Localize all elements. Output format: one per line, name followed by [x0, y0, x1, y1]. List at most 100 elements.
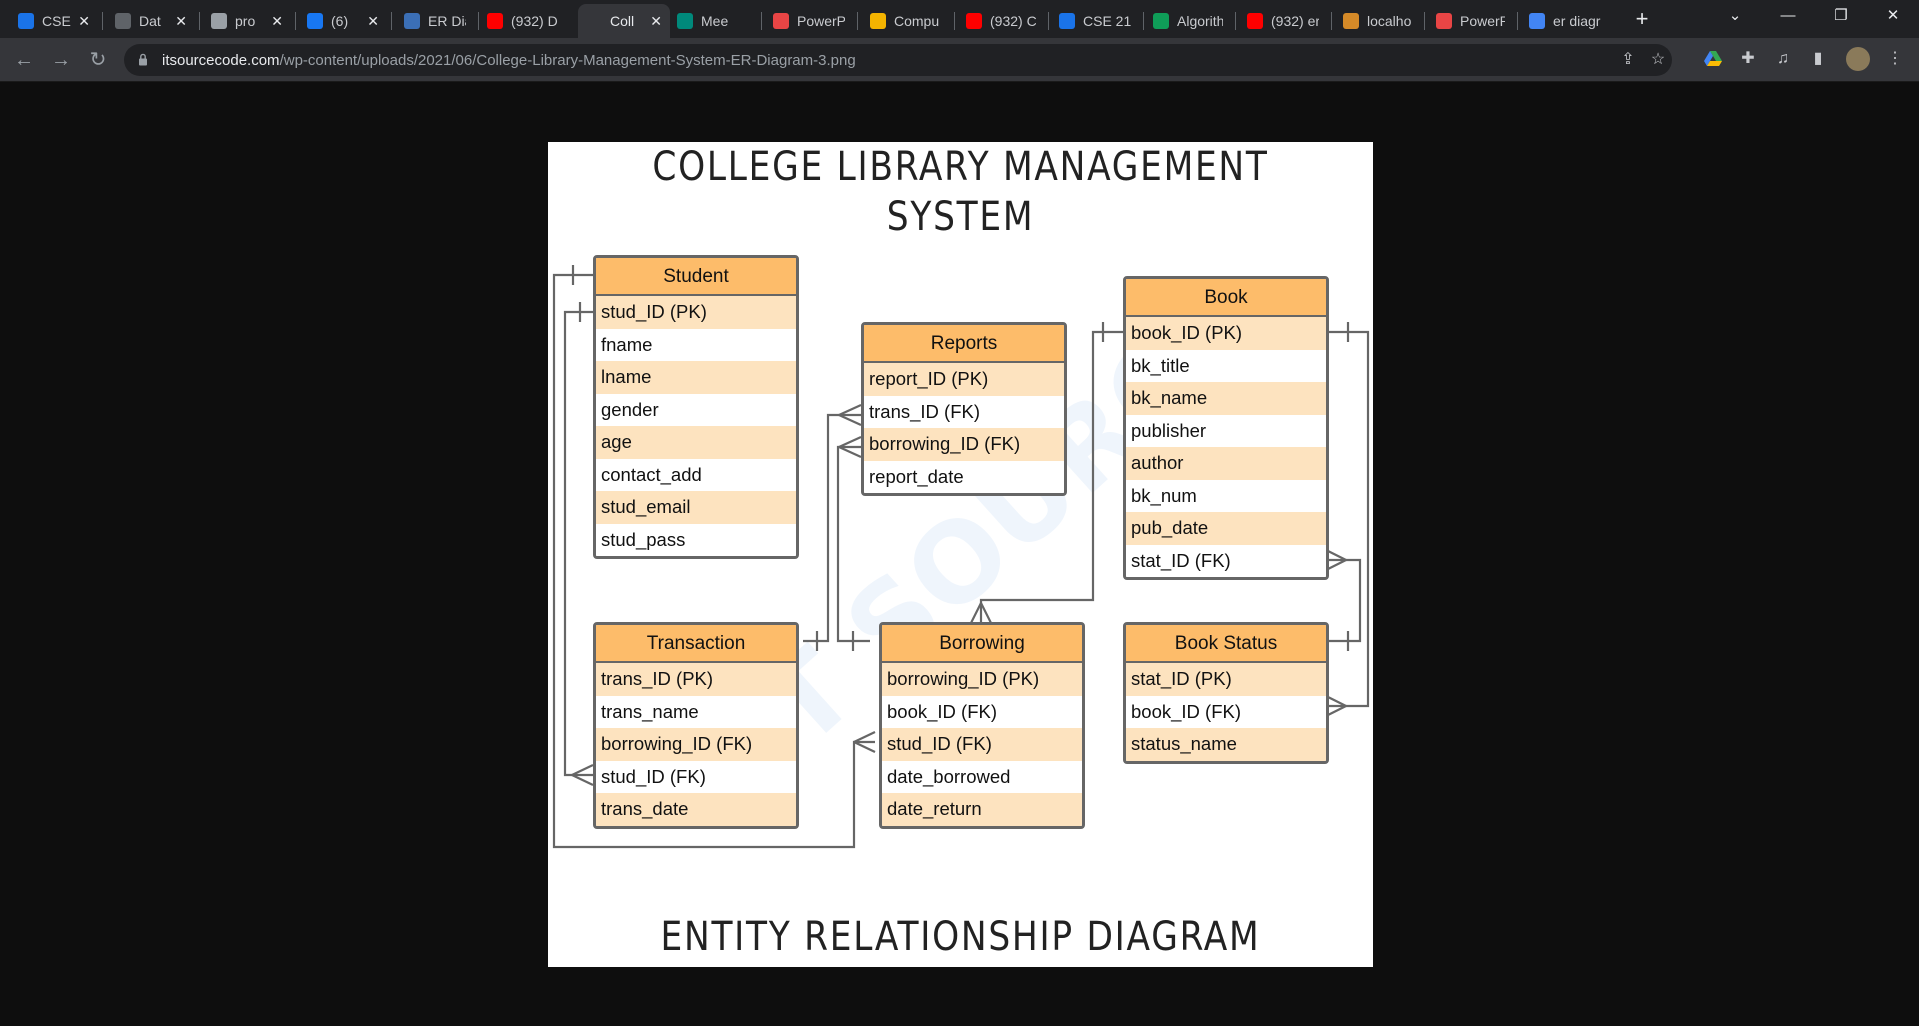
tab-close-icon[interactable]: ✕ [271, 13, 283, 30]
entity-attribute: report_date [864, 460, 1064, 493]
tab-close-icon[interactable]: ✕ [367, 13, 379, 30]
tab-search-icon[interactable]: ⌄ [1712, 0, 1758, 34]
browser-tab[interactable]: (6) ✕ [299, 4, 387, 38]
tab-favicon-icon [1247, 13, 1263, 29]
reload-button[interactable]: ↻ [84, 46, 112, 74]
tab-favicon-icon [1059, 13, 1075, 29]
entity-attribute: contact_add [596, 458, 796, 491]
entity-attribute: pub_date [1126, 512, 1326, 545]
tab-title: PowerP [797, 13, 845, 29]
tab-favicon-icon [1436, 13, 1452, 29]
url-path: /wp-content/uploads/2021/06/College-Libr… [279, 52, 856, 69]
entity-attribute: bk_title [1126, 349, 1326, 382]
entity-attribute: book_ID (FK) [882, 695, 1082, 728]
entity-attribute: report_ID (PK) [864, 363, 1064, 396]
tab-close-icon[interactable]: ✕ [78, 13, 90, 30]
entity-reports: Reports report_ID (PK) trans_ID (FK) borro… [861, 322, 1067, 496]
tab-separator [761, 12, 762, 30]
tab-separator [295, 12, 296, 30]
tab-close-icon[interactable]: ✕ [650, 13, 662, 30]
tab-separator [1517, 12, 1518, 30]
entity-attribute: bk_name [1126, 382, 1326, 415]
tab-title: CSE [42, 13, 71, 29]
entity-attribute: stud_ID (FK) [596, 760, 796, 793]
tab-strip: CSE ✕ Dat ✕ pro ✕ (6) ✕ ER Diag (932) D Coll ✕ Mee Po… [0, 0, 1919, 38]
entity-attribute: book_ID (FK) [1126, 695, 1326, 728]
tab-favicon-icon [1343, 13, 1359, 29]
entity-attribute: date_borrowed [882, 760, 1082, 793]
tab-title: (932) er [1271, 13, 1319, 29]
browser-tab[interactable]: (932) er [1239, 4, 1327, 38]
browser-tab[interactable]: localho [1335, 4, 1420, 38]
tab-separator [1143, 12, 1144, 30]
share-icon[interactable]: ⇪ [1618, 50, 1638, 70]
browser-tab[interactable]: Dat ✕ [107, 4, 195, 38]
entity-attribute: trans_date [596, 793, 796, 826]
entity-header: Student [596, 258, 796, 296]
browser-tab[interactable]: Mee [669, 4, 757, 38]
tab-separator [102, 12, 103, 30]
media-control-icon[interactable]: ♫ [1772, 48, 1794, 70]
entity-attribute: date_return [882, 793, 1082, 826]
browser-tab[interactable]: (932) D [479, 4, 569, 38]
entity-book: Book book_ID (PK) bk_title bk_name publishe… [1123, 276, 1329, 580]
tab-title: Coll [610, 13, 635, 29]
browser-tab[interactable]: ER Diag [396, 4, 474, 38]
browser-tab[interactable]: er diagr [1521, 4, 1613, 38]
tab-favicon-icon [115, 13, 131, 29]
address-bar[interactable]: itsourcecode.com/wp-content/uploads/2021… [124, 44, 1672, 76]
entity-attribute: trans_ID (PK) [596, 663, 796, 696]
tab-title: (932) C [990, 13, 1036, 29]
browser-toolbar: ← → ↻ itsourcecode.com/wp-content/upload… [0, 38, 1919, 82]
entity-attribute: author [1126, 447, 1326, 480]
rel-transaction-reports [803, 413, 861, 643]
tab-title: CSE 21 [1083, 13, 1131, 29]
browser-tab[interactable]: Coll ✕ [578, 4, 670, 38]
url-host: itsourcecode.com [162, 52, 280, 69]
entity-attribute: stat_ID (FK) [1126, 544, 1326, 577]
tab-favicon-icon [211, 13, 227, 29]
entity-attribute: borrowing_ID (FK) [864, 428, 1064, 461]
google-drive-icon[interactable] [1702, 48, 1724, 70]
tab-title: Dat [139, 13, 161, 29]
tab-favicon-icon [677, 13, 693, 29]
tab-favicon-icon [1153, 13, 1169, 29]
forward-button[interactable]: → [47, 46, 75, 74]
entity-attribute: stud_ID (FK) [882, 728, 1082, 761]
bookmark-star-icon[interactable]: ☆ [1648, 50, 1668, 70]
close-window-button[interactable]: ✕ [1870, 0, 1916, 34]
browser-tab[interactable]: PowerP [765, 4, 853, 38]
entity-attribute: lname [596, 361, 796, 394]
entity-student: Student stud_ID (PK) fname lname gender age c… [593, 255, 799, 559]
extensions-puzzle-icon[interactable]: ✚ [1737, 48, 1759, 70]
tab-separator [1235, 12, 1236, 30]
browser-tab[interactable]: PowerP [1428, 4, 1513, 38]
profile-avatar[interactable] [1846, 47, 1870, 71]
back-button[interactable]: ← [10, 46, 38, 74]
url-text[interactable]: itsourcecode.com/wp-content/uploads/2021… [162, 52, 856, 69]
entity-attribute: stud_pass [596, 523, 796, 556]
tab-separator [1424, 12, 1425, 30]
browser-tab[interactable]: (932) C [958, 4, 1044, 38]
entity-attribute: stat_ID (PK) [1126, 663, 1326, 696]
browser-tab[interactable]: Compu [862, 4, 950, 38]
browser-tab[interactable]: Algorith [1145, 4, 1231, 38]
entity-attribute: stud_email [596, 491, 796, 524]
menu-kebab-icon[interactable]: ⋮ [1884, 48, 1906, 70]
new-tab-button[interactable]: + [1628, 6, 1656, 34]
browser-tab[interactable]: CSE 21 [1051, 4, 1139, 38]
minimize-button[interactable]: — [1765, 0, 1811, 34]
browser-tab[interactable]: CSE ✕ [10, 4, 98, 38]
entity-attribute: trans_ID (FK) [864, 395, 1064, 428]
browser-tab[interactable]: pro ✕ [203, 4, 291, 38]
tab-title: ER Diag [428, 13, 466, 29]
side-panel-icon[interactable]: ▮ [1807, 48, 1829, 70]
rel-student-transaction [563, 310, 593, 777]
tab-close-icon[interactable]: ✕ [175, 13, 187, 30]
entity-attribute: book_ID (PK) [1126, 317, 1326, 350]
entity-header: Transaction [596, 625, 796, 663]
entity-attribute: publisher [1126, 414, 1326, 447]
entity-attribute: age [596, 426, 796, 459]
tab-title: pro [235, 13, 256, 29]
restore-button[interactable]: ❐ [1818, 0, 1864, 34]
